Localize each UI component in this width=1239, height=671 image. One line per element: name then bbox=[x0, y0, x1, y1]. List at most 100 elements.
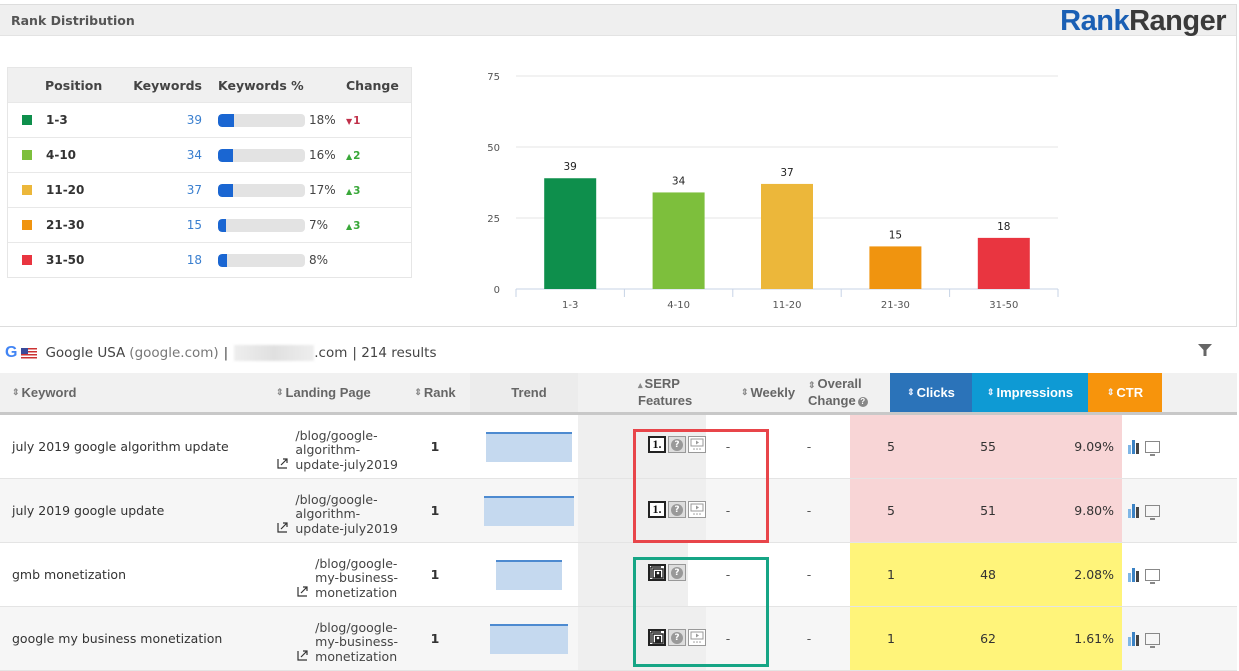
keywords-percent-cell: 7% bbox=[206, 218, 341, 232]
landing-page-line: algorithm- bbox=[295, 506, 361, 521]
header-keywords-percent: Keywords % bbox=[218, 77, 304, 93]
landing-page-line: monetization bbox=[315, 648, 398, 664]
table-row[interactable]: july 2019 google update /blog/google- al… bbox=[0, 479, 1237, 543]
bar-chart-icon[interactable] bbox=[1128, 631, 1139, 646]
col-ctr[interactable]: ⇕ CTR bbox=[1088, 373, 1162, 412]
position-label: 21-30 bbox=[46, 218, 85, 232]
landing-page-line: /blog/google- bbox=[315, 619, 398, 635]
y-tick-label: 25 bbox=[487, 214, 500, 225]
keywords-count-link[interactable]: 39 bbox=[187, 113, 202, 127]
color-swatch bbox=[22, 150, 32, 160]
data-label: 37 bbox=[780, 167, 793, 179]
ctr-value: 2.08% bbox=[1074, 567, 1114, 582]
sort-icon: ⇕ bbox=[740, 387, 749, 397]
overall-change-value: - bbox=[806, 439, 812, 454]
col-serp-features[interactable]: ▴ SERP Features bbox=[578, 373, 748, 412]
bar-31-50 bbox=[977, 237, 1030, 289]
keywords-count-cell: 15 bbox=[120, 218, 206, 232]
clicks-cell: 5 bbox=[850, 479, 932, 542]
sort-icon: ⇕ bbox=[414, 387, 422, 397]
landing-page-cell: /blog/google- algorithm- update-july2019 bbox=[270, 479, 400, 542]
landing-page-cell: /blog/google- my-business- monetization bbox=[270, 607, 400, 670]
bar-4-10 bbox=[652, 192, 705, 289]
overall-change-value: - bbox=[806, 567, 812, 582]
position-label: 1-3 bbox=[46, 113, 68, 127]
sort-icon: ⇕ bbox=[276, 387, 284, 397]
clicks-cell: 1 bbox=[850, 543, 932, 606]
keyword-cell: july 2019 google update bbox=[0, 479, 270, 542]
col-keyword[interactable]: ⇕ Keyword bbox=[0, 373, 270, 412]
table-row[interactable]: july 2019 google algorithm update /blog/… bbox=[0, 415, 1237, 479]
google-icon: G bbox=[5, 344, 18, 361]
rank-cell: 1 bbox=[400, 415, 470, 478]
keywords-count-link[interactable]: 37 bbox=[187, 183, 202, 197]
overall-change-value: - bbox=[806, 631, 812, 646]
keywords-count-cell: 37 bbox=[120, 183, 206, 197]
keywords-count-link[interactable]: 18 bbox=[187, 253, 202, 267]
bar-1-3 bbox=[544, 178, 597, 289]
impressions-cell: 51 bbox=[932, 479, 1048, 542]
trend-sparkline[interactable] bbox=[496, 559, 562, 590]
sort-icon: ⇕ bbox=[986, 387, 995, 397]
landing-page-link[interactable]: /blog/google- algorithm- update-july2019 bbox=[295, 428, 398, 473]
position-label: 11-20 bbox=[46, 183, 85, 197]
col-overall-label-1: Overall bbox=[817, 376, 862, 391]
bar-chart-icon[interactable] bbox=[1128, 503, 1139, 518]
trend-sparkline[interactable] bbox=[486, 431, 572, 462]
annotation-box-red bbox=[633, 429, 769, 543]
distribution-row: 4-10 34 16% ▲2 bbox=[8, 137, 411, 172]
percent-bar-fill bbox=[218, 113, 234, 127]
header-change: Change bbox=[346, 77, 399, 93]
col-overall-change[interactable]: ⇕ Overall Change? bbox=[808, 373, 890, 412]
landing-page-link[interactable]: /blog/google- my-business- monetization bbox=[315, 619, 398, 665]
overall-change-value: - bbox=[806, 503, 812, 518]
trend-cell bbox=[470, 543, 588, 606]
landing-page-link[interactable]: /blog/google- my-business- monetization bbox=[315, 556, 398, 601]
col-weekly[interactable]: ⇕ Weekly bbox=[728, 373, 808, 412]
impressions-cell: 48 bbox=[932, 543, 1048, 606]
color-swatch bbox=[22, 185, 32, 195]
change-value: ▲2 bbox=[346, 150, 360, 162]
results-count: | 214 results bbox=[352, 345, 437, 361]
search-engine-label: Google USA bbox=[45, 345, 126, 361]
external-link-icon[interactable] bbox=[277, 522, 288, 533]
position-cell: 1-3 bbox=[8, 113, 120, 127]
table-row[interactable]: google my business monetization /blog/go… bbox=[0, 607, 1237, 671]
bar-chart-icon[interactable] bbox=[1128, 567, 1139, 582]
monitor-icon[interactable] bbox=[1145, 632, 1160, 648]
table-row[interactable]: gmb monetization /blog/google- my-busine… bbox=[0, 543, 1237, 607]
distribution-row: 1-3 39 18% ▼1 bbox=[8, 102, 411, 137]
help-icon[interactable]: ? bbox=[857, 396, 868, 407]
external-link-icon[interactable] bbox=[277, 458, 288, 469]
percent-bar-fill bbox=[218, 218, 227, 232]
trend-sparkline[interactable] bbox=[484, 495, 574, 526]
rank-value: 1 bbox=[430, 439, 440, 454]
monitor-icon[interactable] bbox=[1145, 440, 1160, 456]
blurred-domain bbox=[234, 345, 315, 361]
col-landing-page-label: Landing Page bbox=[285, 385, 371, 400]
landing-page-line: algorithm- bbox=[295, 442, 361, 457]
ctr-value: 9.09% bbox=[1074, 439, 1114, 454]
bar-chart-icon[interactable] bbox=[1128, 439, 1139, 454]
monitor-icon[interactable] bbox=[1145, 568, 1160, 584]
trend-sparkline[interactable] bbox=[490, 623, 568, 654]
landing-page-link[interactable]: /blog/google- algorithm- update-july2019 bbox=[295, 492, 398, 537]
col-clicks[interactable]: ⇕ Clicks bbox=[890, 373, 972, 412]
change-number: 2 bbox=[353, 150, 361, 162]
actions-cell bbox=[1122, 479, 1177, 542]
header-position: Position bbox=[45, 77, 103, 93]
keywords-count-link[interactable]: 15 bbox=[187, 218, 202, 232]
keyword-text: google my business monetization bbox=[12, 631, 223, 646]
external-link-icon[interactable] bbox=[297, 650, 308, 661]
col-landing-page[interactable]: ⇕ Landing Page bbox=[270, 373, 400, 412]
data-label: 15 bbox=[889, 229, 902, 241]
filter-icon[interactable] bbox=[1197, 342, 1213, 358]
landing-page-cell: /blog/google- my-business- monetization bbox=[270, 543, 400, 606]
col-impressions[interactable]: ⇕ Impressions bbox=[972, 373, 1088, 412]
external-link-icon[interactable] bbox=[297, 586, 308, 597]
col-rank[interactable]: ⇕ Rank bbox=[400, 373, 470, 412]
keywords-count-link[interactable]: 34 bbox=[187, 148, 202, 162]
distribution-row: 11-20 37 17% ▲3 bbox=[8, 172, 411, 207]
monitor-icon[interactable] bbox=[1145, 504, 1160, 520]
distribution-row: 21-30 15 7% ▲3 bbox=[8, 207, 411, 242]
